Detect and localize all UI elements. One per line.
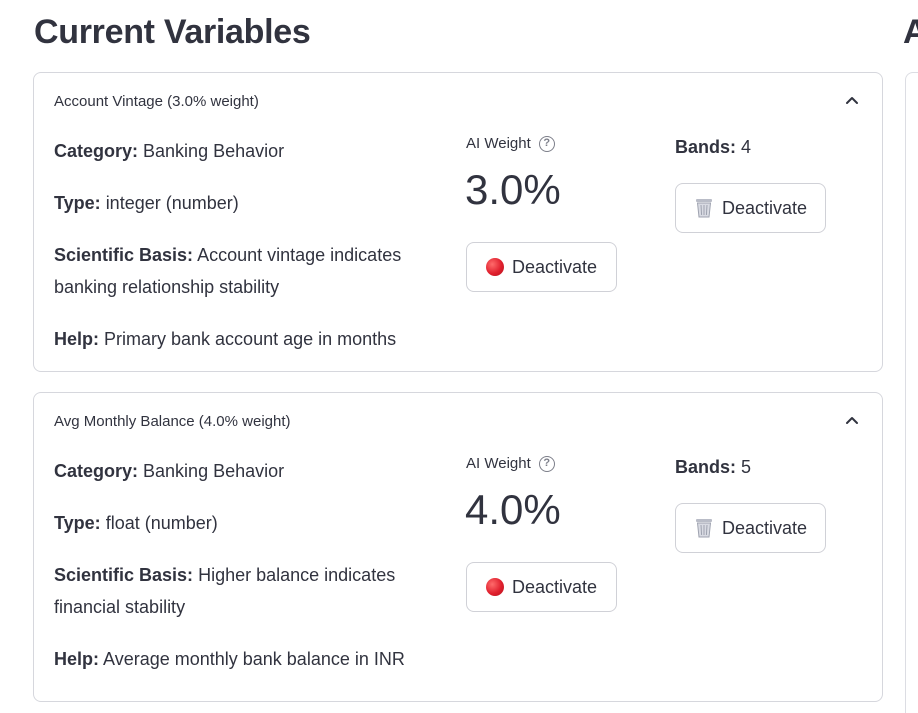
variable-details: Category: Banking Behavior Type: float (…	[54, 455, 434, 695]
bands-value: 5	[741, 457, 752, 477]
category-line: Category: Banking Behavior	[54, 455, 434, 487]
help-value: Primary bank account age in months	[104, 329, 397, 349]
page-title: Current Variables	[34, 13, 311, 51]
chevron-up-icon[interactable]	[844, 412, 860, 428]
bands-line: Bands: 5	[675, 455, 751, 479]
category-label: Category:	[54, 461, 139, 481]
wastebasket-icon	[695, 519, 712, 538]
variable-expander-avg-monthly-balance[interactable]: Avg Monthly Balance (4.0% weight) Catego…	[33, 392, 883, 702]
basis-label: Scientific Basis:	[54, 565, 194, 585]
metric-label-text: AI Weight	[466, 455, 531, 472]
deactivate-label: Deactivate	[721, 517, 808, 538]
type-value: float (number)	[105, 513, 218, 533]
deactivate-label: Deactivate	[511, 256, 598, 277]
bands-value: 4	[741, 137, 752, 157]
ai-weight-value: 3.0%	[465, 166, 561, 213]
metric-label-text: AI Weight	[466, 135, 531, 152]
deactivate-label: Deactivate	[511, 576, 598, 597]
category-label: Category:	[54, 141, 139, 161]
deactivate-variable-button[interactable]: Deactivate	[675, 503, 826, 553]
deactivate-weight-button[interactable]: Deactivate	[466, 562, 617, 612]
help-label: Help:	[54, 329, 99, 349]
bands-line: Bands: 4	[675, 135, 751, 159]
help-circle-icon[interactable]: ?	[538, 135, 555, 152]
help-circle-icon[interactable]: ?	[538, 455, 555, 472]
category-line: Category: Banking Behavior	[54, 135, 434, 167]
red-circle-icon	[485, 578, 504, 596]
red-circle-icon	[485, 258, 504, 276]
variable-expander-account-vintage[interactable]: Account Vintage (3.0% weight) Category: …	[33, 72, 883, 372]
scientific-basis-line: Scientific Basis: Account vintage indica…	[54, 239, 434, 303]
help-value: Average monthly bank balance in INR	[103, 649, 405, 669]
expander-header[interactable]: Avg Monthly Balance (4.0% weight)	[54, 413, 291, 430]
ai-weight-label: AI Weight ?	[466, 135, 555, 152]
bands-label: Bands:	[675, 137, 737, 157]
deactivate-variable-button[interactable]: Deactivate	[675, 183, 826, 233]
variable-details: Category: Banking Behavior Type: integer…	[54, 135, 434, 375]
expander-header[interactable]: Account Vintage (3.0% weight)	[54, 93, 259, 110]
help-line: Help: Primary bank account age in months	[54, 323, 434, 355]
category-value: Banking Behavior	[143, 141, 285, 161]
deactivate-label: Deactivate	[721, 197, 808, 218]
type-label: Type:	[54, 193, 101, 213]
bands-label: Bands:	[675, 457, 737, 477]
type-value: integer (number)	[105, 193, 239, 213]
right-column-title-fragment: A	[903, 13, 918, 51]
right-column-panel-edge	[905, 72, 918, 713]
scientific-basis-line: Scientific Basis: Higher balance indicat…	[54, 559, 434, 623]
ai-weight-value: 4.0%	[465, 486, 561, 533]
deactivate-weight-button[interactable]: Deactivate	[466, 242, 617, 292]
type-line: Type: float (number)	[54, 507, 434, 539]
basis-label: Scientific Basis:	[54, 245, 194, 265]
help-line: Help: Average monthly bank balance in IN…	[54, 643, 434, 675]
wastebasket-icon	[695, 199, 712, 218]
type-label: Type:	[54, 513, 101, 533]
type-line: Type: integer (number)	[54, 187, 434, 219]
category-value: Banking Behavior	[143, 461, 285, 481]
chevron-up-icon[interactable]	[844, 92, 860, 108]
help-label: Help:	[54, 649, 99, 669]
ai-weight-label: AI Weight ?	[466, 455, 555, 472]
